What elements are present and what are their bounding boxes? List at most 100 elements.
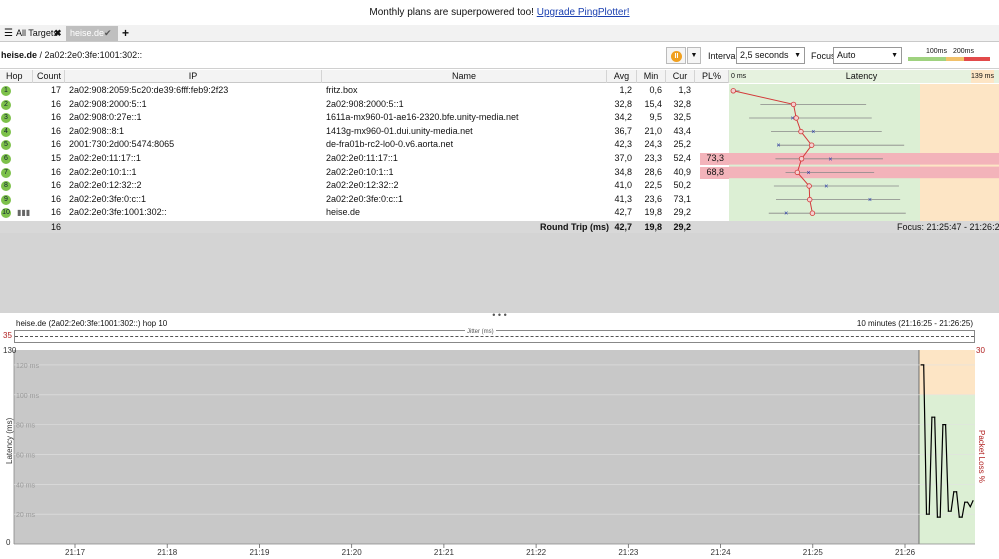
- col-count[interactable]: Count: [33, 70, 65, 83]
- hop-avg: 41,3: [614, 193, 632, 204]
- scale-100-label: 100ms: [926, 48, 948, 55]
- scale-orange: [946, 57, 964, 61]
- jitter-max: 35: [3, 331, 12, 340]
- summary-cur: 29,2: [673, 222, 691, 232]
- time-tick-label: 21:23: [618, 548, 639, 557]
- hop-min: 24,3: [644, 139, 662, 150]
- table-row[interactable]: 8 16 2a02:2e0:12:32::2 2a02:2e0:12:32::2 41,…: [0, 179, 729, 193]
- latency-sample-point: [955, 491, 958, 493]
- timeline-range[interactable]: 10 minutes (21:16:25 - 21:26:25): [857, 318, 973, 330]
- tab-all-targets-label: All Targets: [15, 28, 58, 38]
- hop-cur: 1,3: [678, 85, 691, 95]
- col-latency[interactable]: 0 ms Latency 139 ms: [729, 70, 999, 83]
- timeline-header: heise.de (2a02:2e0:3fe:1001:302::) hop 1…: [0, 318, 999, 330]
- time-tick-label: 21:19: [249, 548, 270, 557]
- col-ip[interactable]: IP: [65, 70, 322, 83]
- add-tab-button[interactable]: +: [118, 26, 132, 41]
- hop-min: 0,6: [649, 85, 662, 95]
- interval-select[interactable]: 2,5 seconds ▼: [736, 47, 805, 64]
- hop-avg: 36,7: [614, 125, 632, 136]
- table-row[interactable]: 5 16 2001:730:2d00:5474:8065 de-fra01b-rc2-…: [0, 138, 729, 152]
- upgrade-banner: Monthly plans are superpowered too! Upgr…: [0, 0, 999, 25]
- table-row[interactable]: 10 ▮▮▮ 16 2a02:2e0:3fe:1001:302:: heise.de 42…: [0, 206, 729, 220]
- col-min[interactable]: Min: [637, 70, 666, 83]
- hop-min: 9,5: [649, 112, 662, 123]
- table-row[interactable]: 1 17 2a02:908:2059:5c20:de39:6fff:feb9:2f2…: [0, 84, 729, 98]
- tab-all-targets[interactable]: ☰ All Targets ✖: [0, 26, 66, 41]
- table-row[interactable]: 7 16 2a02:2e0:10:1::1 2a02:2e0:10:1::1 34,8 2…: [0, 166, 729, 180]
- bar-chart-icon[interactable]: ▮▮▮: [17, 206, 30, 220]
- time-tick-label: 21:26: [895, 548, 916, 557]
- latency-sample-point: [964, 501, 966, 503]
- table-row[interactable]: 4 16 2a02:908::8:1 1413g-mx960-01.dui.unity…: [0, 125, 729, 139]
- summary-row: 16 Round Trip (ms) 42,7 19,8 29,2 Focus:…: [0, 221, 999, 233]
- latency-sample-point: [925, 513, 928, 515]
- hop-min: 23,3: [644, 153, 662, 163]
- latency-sample-point: [947, 510, 949, 512]
- latency-sample-point: [972, 500, 974, 502]
- table-row[interactable]: 6 15 2a02:2e0:11:17::1 2a02:2e0:11:17::1 37,…: [0, 152, 729, 166]
- time-tick-label: 21:17: [65, 548, 86, 557]
- hop-min: 19,8: [644, 207, 662, 218]
- current-latency-marker: ×: [777, 143, 781, 150]
- average-latency-point: [790, 101, 797, 108]
- latency-sample-point: [945, 424, 947, 426]
- latency-max-label: 139 ms: [971, 70, 994, 83]
- hop-ip: 2a02:908::8:1: [69, 125, 125, 136]
- time-tick-label: 21:20: [342, 548, 363, 557]
- average-latency-point: [794, 169, 801, 176]
- hop-name: 1611a-mx960-01-ae16-2320.bfe.unity-media…: [326, 112, 519, 123]
- upgrade-link[interactable]: Upgrade PingPlotter!: [537, 7, 630, 18]
- col-avg[interactable]: Avg: [607, 70, 637, 83]
- check-icon: ✔: [104, 28, 112, 38]
- toolbar: heise.de / 2a02:2e0:3fe:1001:302:: II ▼ …: [0, 43, 999, 69]
- hop-cur: 43,4: [673, 125, 691, 136]
- hop-name: 2a02:2e0:3fe:0:c::1: [326, 193, 404, 204]
- warn-latency-zone: [919, 350, 975, 395]
- pause-button[interactable]: II: [666, 47, 686, 64]
- summary-avg: 42,7: [614, 222, 632, 232]
- current-latency-marker: ×: [784, 211, 788, 218]
- table-row[interactable]: 3 16 2a02:908:0:27e::1 1611a-mx960-01-ae16-…: [0, 111, 729, 125]
- hop-min: 23,6: [644, 193, 662, 204]
- hop-count: 16: [50, 166, 61, 177]
- average-latency-point: [798, 128, 804, 135]
- hop-status-icon: 9: [1, 194, 11, 205]
- latency-sample-point: [942, 424, 944, 426]
- pause-dropdown[interactable]: ▼: [687, 47, 701, 64]
- time-tick-label: 21:21: [434, 548, 455, 557]
- col-hop[interactable]: Hop: [0, 70, 33, 83]
- latency-sample-point: [966, 501, 969, 503]
- focus-select[interactable]: Auto ▼: [833, 47, 902, 64]
- summary-count: 16: [50, 222, 61, 232]
- target-host: heise.de: [1, 50, 38, 60]
- grid-header: Hop Count IP Name Avg Min Cur PL% 0 ms L…: [0, 70, 999, 83]
- focus-label: Focus: [811, 51, 836, 61]
- col-name[interactable]: Name: [322, 70, 607, 83]
- timeline-title: heise.de (2a02:2e0:3fe:1001:302::) hop 1…: [16, 319, 168, 328]
- col-pl[interactable]: PL%: [695, 70, 729, 83]
- y-axis-label: Latency (ms): [5, 417, 14, 464]
- summary-min: 19,8: [644, 222, 662, 232]
- interval-label: Interval: [708, 51, 738, 61]
- hop-ip: 2a02:2e0:10:1::1: [69, 166, 137, 177]
- hop-avg: 41,0: [614, 180, 632, 191]
- table-row[interactable]: 2 16 2a02:908:2000:5::1 2a02:908:2000:5::1 3…: [0, 98, 729, 112]
- table-row[interactable]: 9 16 2a02:2e0:3fe:0:c::1 2a02:2e0:3fe:0:c::…: [0, 193, 729, 207]
- hop-cur: 52,4: [673, 153, 691, 163]
- y2-max-label: 30: [976, 346, 985, 355]
- latency-sample-point: [953, 491, 955, 493]
- col-cur[interactable]: Cur: [666, 70, 695, 83]
- scale-red: [964, 57, 990, 61]
- tab-bar: ☰ All Targets ✖ heise.de ✔ +: [0, 25, 999, 42]
- hop-pl: 68,8: [706, 166, 724, 177]
- gridline-label: 120 ms: [16, 363, 39, 370]
- tab-heise[interactable]: heise.de ✔: [66, 26, 118, 41]
- hop-ip: 2a02:908:0:27e::1: [69, 112, 142, 123]
- hop-count: 16: [50, 139, 61, 150]
- latency-graph: ××××××××××: [729, 84, 999, 221]
- hop-ip: 2a02:2e0:11:17::1: [69, 153, 141, 163]
- close-icon[interactable]: ✖: [54, 26, 62, 41]
- list-icon: ☰: [4, 28, 13, 39]
- hop-name: 2a02:2e0:12:32::2: [326, 180, 399, 191]
